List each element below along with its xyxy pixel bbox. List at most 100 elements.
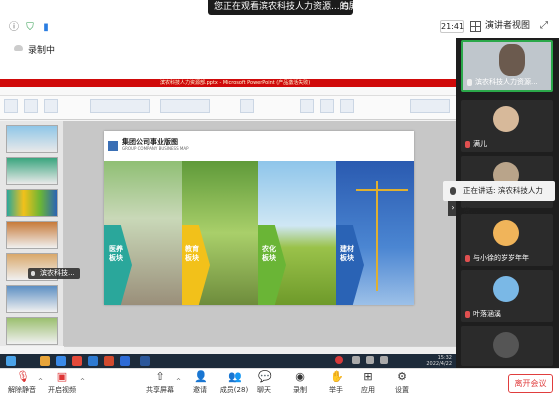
taskbar-app-icon [72,356,82,366]
ribbon-button [410,99,450,113]
view-mode-button[interactable]: 演讲者视图 [485,20,530,33]
unmute-button[interactable]: 🎙 解除静音 [4,371,40,398]
mic-off-icon: 🎙 [16,370,30,383]
powerpoint-window: 滨农科技人力资源部.pptx - Microsoft PowerPoint (产… [0,79,456,368]
chat-icon: 💬 [258,370,272,383]
invite-icon: 👤 [194,370,208,383]
recording-label: 录制中 [28,46,56,56]
participant-tile[interactable]: 叶落涵溪 [461,270,553,322]
ppt-title: 滨农科技人力资源部.pptx - Microsoft PowerPoint (产… [160,80,311,86]
ribbon-button [300,99,314,113]
tray-icon [366,356,374,364]
participant-avatar [493,220,519,246]
shared-screen: 录制中 滨农科技人力资源部.pptx - Microsoft PowerPoin… [0,38,456,368]
share-banner-text: 您正在观看滨农科技人力资源...的屏幕 [214,2,353,12]
video-off-icon: ▣ [56,370,68,383]
top-bar: ⓘ ⛉ ▮ 您正在观看滨农科技人力资源...的屏幕 ⊟ 21:41 演讲者视图 … [0,0,559,38]
settings-button[interactable]: ⚙ 设置 [384,371,420,398]
video-options-caret[interactable]: ^ [80,378,85,385]
active-speaker-tooltip: 正在讲话: 滨农科技人力资... [443,181,555,215]
ribbon-button [240,99,254,113]
ribbon-button [90,99,150,113]
windows-taskbar: 15:32 2022/4/22 [0,354,456,368]
slide-thumbnails [0,121,64,346]
leave-meeting-button[interactable]: 离开会议 [508,374,553,393]
ppt-ribbon [0,96,456,120]
slide-thumbnail [6,125,58,153]
participant-avatar [493,332,519,358]
taskbar-app-icon [140,356,150,366]
cloud-record-icon [14,45,23,51]
slide-canvas: 集团公司事业版图 GROUP COMPANY BUSINESS MAP 医养 板块… [64,121,456,346]
share-banner[interactable]: 您正在观看滨农科技人力资源...的屏幕 ⊟ [208,0,353,15]
participant-tile[interactable] [461,326,553,366]
view-grid-icon[interactable] [470,21,481,32]
info-icon[interactable]: ⓘ [8,22,20,34]
panel-label-education: 教育 板块 [185,245,199,262]
ribbon-button [340,99,354,113]
slide-thumbnail [6,157,58,185]
tray-icon [380,356,388,364]
tray-icon [335,356,343,364]
taskbar-clock: 15:32 2022/4/22 [426,355,452,367]
panel-building: 建材 板块 [336,161,414,305]
slide-notes [64,346,456,354]
taskbar-app-icon [40,356,50,366]
ribbon-button [24,99,38,113]
meeting-timer: 21:41 [440,20,465,33]
slide-thumbnail [6,189,58,217]
raise-hand-button[interactable]: ✋ 举手 [318,371,354,398]
slide-thumbnail [6,317,58,345]
participant-name: 满儿 [465,139,487,149]
participant-avatar [493,276,519,302]
chat-button[interactable]: 💬 聊天 [246,371,282,398]
shield-icon[interactable]: ⛉ [24,22,36,34]
panel-agrochemical: 农化 板块 [258,161,336,305]
meeting-toolbar: 🎙 解除静音 ^ ▣ 开启视频 ^ ⇧ 共享屏幕 ^ 👤 邀请 👥 成员(28)… [0,368,559,398]
share-screen-icon: ⇧ [155,370,165,383]
taskbar-app-icon [104,356,114,366]
slide-thumbnail [6,221,58,249]
mic-muted-icon [465,310,470,318]
signal-icon[interactable]: ▮ [40,22,52,34]
apps-icon: ⊞ [363,370,373,383]
participant-tile[interactable]: 滨农科技人力资源... [461,40,553,92]
start-video-button[interactable]: ▣ 开启视频 [44,371,80,398]
start-icon [6,356,16,366]
record-button[interactable]: ◉ 录制 [282,371,318,398]
participant-tile[interactable]: 满儿 [461,100,553,152]
shared-screen-speaker-tag: 滨农科技... [28,268,80,279]
members-icon: 👥 [228,370,242,383]
participant-avatar [493,106,519,132]
share-options-caret[interactable]: ^ [176,378,181,385]
slide-thumbnail [6,285,58,313]
panel-medical: 医养 板块 [104,161,182,305]
panel-education: 教育 板块 [182,161,258,305]
recording-bar: 录制中 [0,38,456,66]
taskbar-app-icon [88,356,98,366]
participant-name: 滨农科技人力资源... [467,77,538,87]
invite-button[interactable]: 👤 邀请 [182,371,218,398]
ppt-title-bar: 滨农科技人力资源部.pptx - Microsoft PowerPoint (产… [0,79,456,87]
share-screen-button[interactable]: ⇧ 共享屏幕 [142,371,178,398]
apps-button[interactable]: ⊞ 应用 [350,371,386,398]
participant-tile[interactable]: 与小徐的岁岁年年 [461,214,553,266]
banner-collapse-icon[interactable]: ⊟ [341,0,349,15]
fullscreen-icon[interactable]: ⤢ [540,20,548,31]
title-mark [108,141,118,151]
slide-subtitle: GROUP COMPANY BUSINESS MAP [122,146,189,151]
audio-options-caret[interactable]: ^ [38,378,43,385]
participant-video [499,44,525,76]
ribbon-button [44,99,58,113]
ribbon-button [320,99,334,113]
mic-muted-icon [465,140,470,148]
ribbon-button [160,99,210,113]
mic-icon [467,78,472,86]
taskbar-date: 2022/4/22 [426,361,452,367]
tray-icon [352,356,360,364]
participant-name: 叶落涵溪 [465,309,501,319]
current-slide: 集团公司事业版图 GROUP COMPANY BUSINESS MAP 医养 板块… [104,131,414,305]
record-icon: ◉ [295,370,305,383]
meeting-window: ⓘ ⛉ ▮ 您正在观看滨农科技人力资源...的屏幕 ⊟ 21:41 演讲者视图 … [0,0,559,398]
hand-icon: ✋ [330,370,344,383]
